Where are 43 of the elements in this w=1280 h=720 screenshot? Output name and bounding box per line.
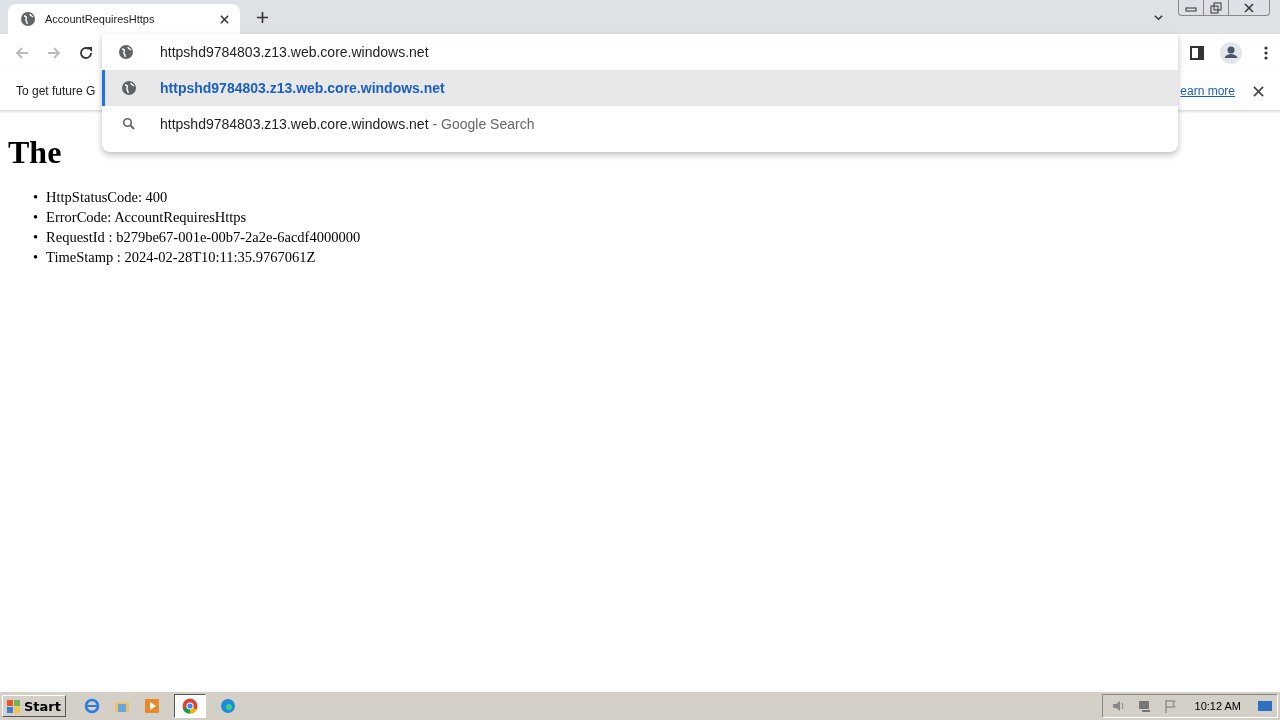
show-desktop-icon[interactable]: [1257, 698, 1273, 714]
suggestion-item[interactable]: httpshd9784803.z13.web.core.windows.net: [102, 70, 1178, 106]
menu-icon[interactable]: [1264, 45, 1268, 61]
globe-icon: [118, 44, 134, 60]
suggestion-suffix: - Google Search: [432, 116, 535, 132]
restore-icon: [1210, 1, 1222, 14]
suggestion-text: httpshd9784803.z13.web.core.windows.net: [160, 116, 429, 132]
address-text: httpshd9784803.z13.web.core.windows.net: [160, 44, 429, 60]
learn-more-link[interactable]: earn more: [1180, 84, 1235, 98]
address-field[interactable]: httpshd9784803.z13.web.core.windows.net: [102, 34, 1178, 70]
error-detail: HttpStatusCode: 400: [46, 188, 168, 206]
error-detail: RequestId : b279be67-001e-00b7-2a2e-6acdf4000000: [46, 228, 361, 246]
suggestion-item[interactable]: httpshd9784803.z13.web.core.windows.net - Google Search: [102, 106, 1178, 142]
side-panel-icon[interactable]: [1190, 46, 1204, 60]
bullet: •: [33, 248, 39, 266]
close-icon[interactable]: [219, 13, 230, 25]
bullet: •: [33, 228, 39, 246]
browser-icon: [182, 698, 198, 714]
reload-icon[interactable]: [78, 45, 94, 61]
internet-explorer-icon[interactable]: [84, 698, 100, 714]
new-tab-icon[interactable]: [256, 11, 269, 24]
media-player-icon[interactable]: [144, 698, 160, 714]
error-detail: TimeStamp : 2024-02-28T10:11:35.9767061Z: [46, 248, 316, 266]
close-icon[interactable]: [1253, 85, 1264, 97]
chevron-down-icon[interactable]: [1153, 12, 1164, 23]
search-icon: [121, 116, 137, 132]
network-icon[interactable]: [1136, 698, 1153, 714]
globe-icon: [121, 80, 137, 96]
bullet: •: [33, 188, 39, 206]
error-detail: ErrorCode: AccountRequiresHttps: [46, 208, 247, 226]
start-button[interactable]: Start: [2, 695, 66, 717]
globe-icon: [20, 11, 36, 27]
info-text: To get future G: [16, 84, 96, 98]
browser-tab[interactable]: AccountRequiresHttps: [8, 4, 240, 34]
close-icon: [1243, 1, 1255, 14]
bullet: •: [33, 208, 39, 226]
page-heading: The: [8, 133, 63, 172]
tab-title: AccountRequiresHttps: [45, 13, 156, 25]
suggestion-text: httpshd9784803.z13.web.core.windows.net: [160, 80, 445, 96]
chrome-taskbar-button[interactable]: [174, 694, 206, 718]
windows-logo-icon: [7, 699, 21, 713]
clock: 10:12 AM: [1194, 700, 1241, 712]
profile-icon[interactable]: [1220, 42, 1242, 64]
